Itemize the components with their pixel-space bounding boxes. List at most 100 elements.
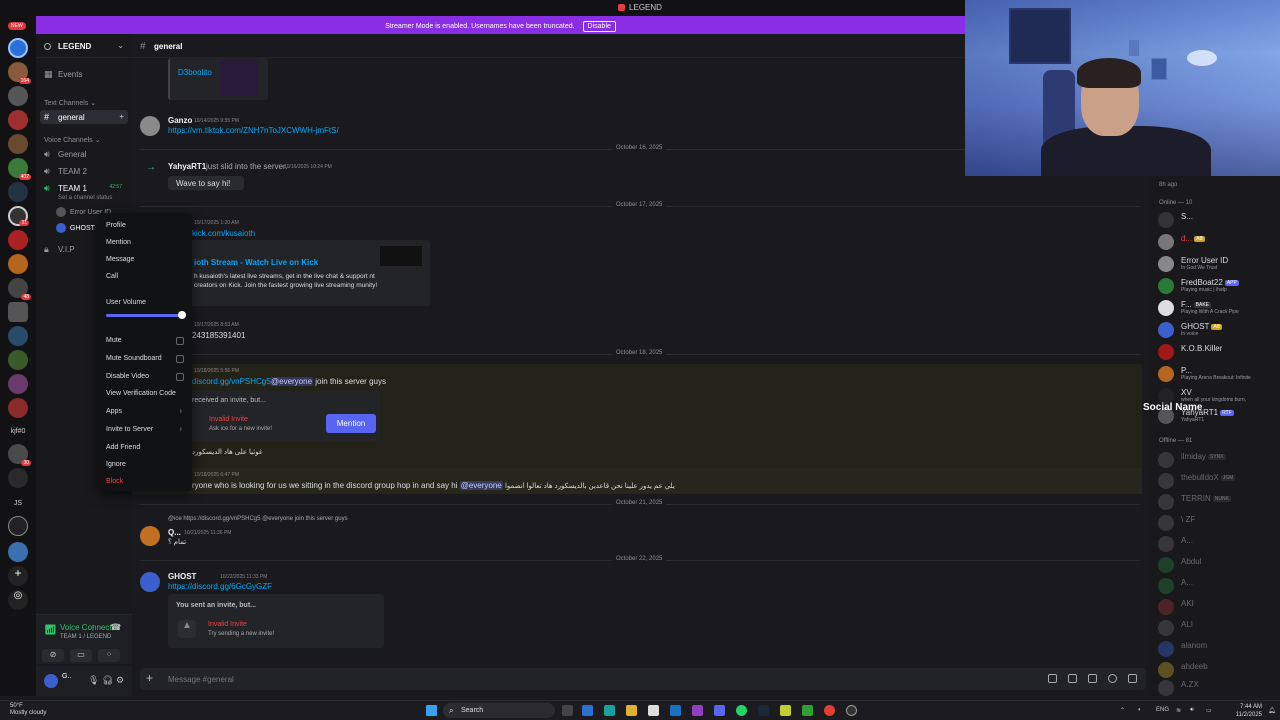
outlook-icon[interactable]: [670, 705, 681, 716]
menu-item-add-friend[interactable]: Add Friend: [106, 444, 140, 451]
avatar[interactable]: [44, 674, 58, 688]
voice-channel-general[interactable]: 🔊︎ General: [40, 147, 128, 161]
server-icon[interactable]: [8, 182, 28, 202]
app-icon[interactable]: [802, 705, 813, 716]
category-text-channels[interactable]: Text Channels ⌄: [44, 99, 96, 107]
server-icon[interactable]: [8, 516, 28, 536]
message-link[interactable]: discord.gg/vnPSHCg5: [192, 377, 271, 386]
language-indicator[interactable]: ENG: [1156, 707, 1169, 713]
notifications-icon[interactable]: 🔔︎: [1268, 707, 1276, 714]
server-label[interactable]: JS: [0, 500, 36, 507]
headphones-icon[interactable]: 🎧︎: [102, 675, 113, 686]
activities-button[interactable]: ⁘: [98, 649, 120, 662]
server-header[interactable]: LEGEND ⌄: [36, 34, 132, 58]
server-icon[interactable]: [8, 350, 28, 370]
battery-icon[interactable]: ▭: [1206, 707, 1212, 714]
voice-channel-team-1[interactable]: 🔊︎ TEAM 1 42:57: [40, 181, 128, 195]
member-row[interactable]: P... Playing Arena Breakout: Infinite: [1158, 364, 1280, 386]
steam-icon[interactable]: [758, 705, 769, 716]
add-server-icon[interactable]: +: [8, 566, 28, 586]
mute-soundboard-checkbox[interactable]: [176, 355, 184, 363]
file-explorer-icon[interactable]: [626, 705, 637, 716]
server-icon[interactable]: [8, 230, 28, 250]
emoji-icon[interactable]: [1108, 674, 1117, 683]
menu-item-mute[interactable]: Mute: [106, 337, 122, 344]
member-row[interactable]: \ ZF: [1158, 513, 1280, 535]
edge-icon[interactable]: [582, 705, 593, 716]
server-icon[interactable]: [8, 134, 28, 154]
gif-icon[interactable]: [1068, 674, 1077, 683]
server-icon[interactable]: 31: [8, 206, 29, 226]
server-icon[interactable]: [8, 86, 28, 106]
message-author[interactable]: GHOST: [168, 572, 196, 581]
server-icon[interactable]: [8, 326, 28, 346]
menu-item-message[interactable]: Message: [106, 256, 134, 263]
server-icon[interactable]: [8, 374, 28, 394]
voice-user[interactable]: GHOST: [56, 223, 95, 233]
message-input[interactable]: Message #general: [168, 675, 234, 684]
menu-item-verification-code[interactable]: View Verification Code: [106, 390, 176, 397]
wave-button[interactable]: Wave to say hi!: [168, 176, 244, 190]
server-icon[interactable]: 164: [8, 62, 31, 84]
member-row[interactable]: A.ZX: [1158, 678, 1280, 696]
message-author[interactable]: Ganzo: [168, 116, 192, 125]
apps-icon[interactable]: [1128, 674, 1137, 683]
obs-icon[interactable]: [846, 705, 857, 716]
discover-icon[interactable]: ◎: [8, 590, 28, 610]
member-row[interactable]: Abdul: [1158, 555, 1280, 577]
whatsapp-icon[interactable]: [736, 705, 747, 716]
taskbar-clock[interactable]: 7:44 AM 11/2/2025: [1232, 703, 1262, 719]
embed-title[interactable]: ioth Stream - Watch Live on Kick: [194, 258, 318, 267]
member-row[interactable]: alanom: [1158, 639, 1280, 661]
member-row[interactable]: A...: [1158, 576, 1280, 598]
message-author[interactable]: YahyaRT1: [168, 162, 206, 171]
menu-item-block[interactable]: Block: [106, 478, 123, 485]
task-view-icon[interactable]: [562, 705, 573, 716]
member-row[interactable]: AKI: [1158, 597, 1280, 619]
voice-channel-team-2[interactable]: 🔊︎ TEAM 2: [40, 164, 128, 178]
sticker-icon[interactable]: [1088, 674, 1097, 683]
category-voice-channels[interactable]: Voice Channels ⌄: [44, 136, 100, 144]
member-row[interactable]: K.O.B.Killer: [1158, 342, 1280, 364]
voice-channel-path[interactable]: TEAM 1 / LEGEND: [60, 634, 111, 640]
menu-item-apps[interactable]: Apps: [106, 408, 122, 415]
member-row[interactable]: S...: [1158, 210, 1280, 232]
embed-author-link[interactable]: D3boolito: [178, 68, 212, 77]
member-row[interactable]: F... BAKE Playing With A Crack Pipe: [1158, 298, 1280, 320]
server-icon[interactable]: [8, 110, 28, 130]
user-name[interactable]: G..: [62, 673, 71, 680]
menu-item-mute-soundboard[interactable]: Mute Soundboard: [106, 355, 162, 362]
message-author[interactable]: Q...: [168, 528, 181, 537]
events-item[interactable]: ▦ Events: [40, 67, 128, 81]
user-volume-slider[interactable]: [106, 314, 180, 317]
camera-off-button[interactable]: ⊘: [42, 649, 64, 662]
disable-video-checkbox[interactable]: [176, 373, 184, 381]
member-row[interactable]: GHOST AB In voice: [1158, 320, 1280, 342]
wifi-icon[interactable]: ≋: [1176, 707, 1181, 714]
disable-streamer-mode-button[interactable]: Disable: [582, 21, 616, 32]
member-row[interactable]: thebulldoX JGM: [1158, 471, 1280, 493]
tray-chevron-icon[interactable]: ⌃: [1120, 707, 1125, 714]
server-label[interactable]: kjf#0: [0, 428, 36, 435]
member-row[interactable]: Error User ID In God We Trust: [1158, 254, 1280, 276]
everyone-mention[interactable]: @everyone: [459, 481, 503, 490]
member-row[interactable]: TERRIN NUNK: [1158, 492, 1280, 514]
gear-icon[interactable]: ⚙: [116, 675, 124, 686]
server-icon[interactable]: [8, 254, 28, 274]
app-icon[interactable]: [780, 705, 791, 716]
weather-widget[interactable]: 50°F Mostly cloudy: [10, 703, 46, 717]
member-row[interactable]: FredBoat22 APP Playing music | /help: [1158, 276, 1280, 298]
reply-preview[interactable]: @ice https://discord.gg/vnPSHCg5 @everyo…: [168, 516, 348, 522]
volume-icon[interactable]: 🔊︎: [1190, 707, 1194, 714]
app-icon[interactable]: [692, 705, 703, 716]
message-link[interactable]: kick.com/kusaioth: [192, 229, 255, 238]
disconnect-icon[interactable]: ☎: [110, 622, 121, 633]
channel-status-hint[interactable]: Set a channel status: [58, 195, 112, 201]
menu-item-ignore[interactable]: Ignore: [106, 461, 126, 468]
server-icon[interactable]: 402: [8, 158, 31, 180]
taskbar-search[interactable]: ⌕ Search: [443, 703, 555, 718]
member-row[interactable]: ilmiday SYNX: [1158, 450, 1280, 472]
server-icon[interactable]: [8, 302, 28, 322]
server-icon[interactable]: 30: [8, 444, 31, 466]
mute-checkbox[interactable]: [176, 337, 184, 345]
